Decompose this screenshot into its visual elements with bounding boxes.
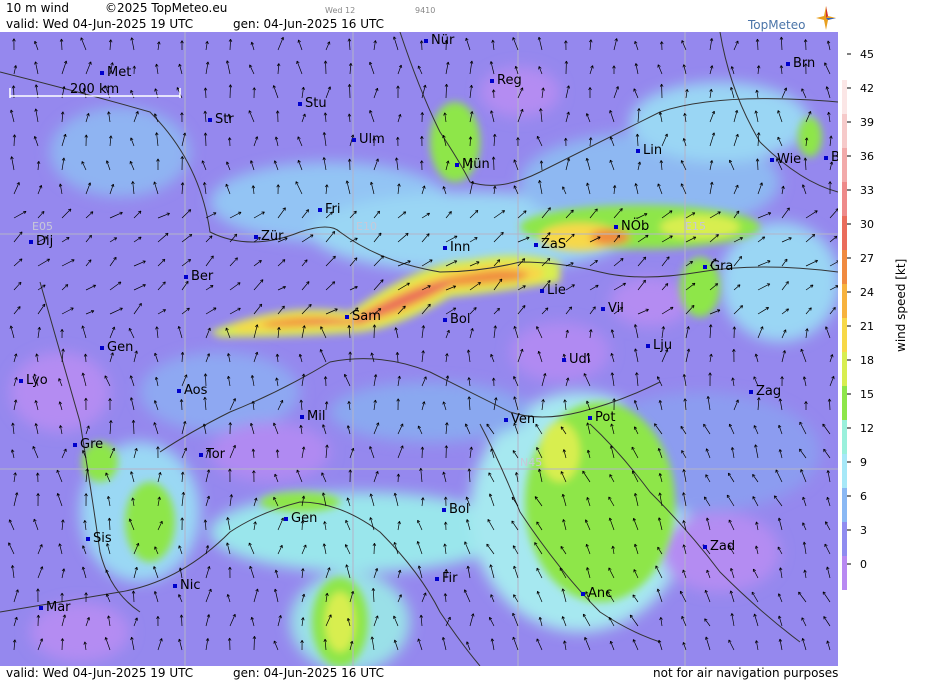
valid-time: valid: Wed 04-Jun-2025 19 UTC	[6, 17, 194, 31]
gen-time: gen: 04-Jun-2025 16 UTC	[233, 17, 385, 31]
city-label[interactable]: Gen	[284, 512, 317, 526]
legend-tick-label: 3	[860, 524, 867, 537]
map-header: 10 m wind ©2025 TopMeteo.eu valid: Wed 0…	[0, 0, 838, 32]
legend-tick-label: 12	[860, 422, 874, 435]
city-label[interactable]: Sis	[86, 532, 112, 546]
city-label[interactable]: Zad	[703, 540, 735, 554]
grid-label-e10: E10	[356, 220, 377, 233]
grid-label-n45: N45	[520, 456, 543, 469]
city-label[interactable]: Udi	[562, 353, 590, 367]
city-label[interactable]: Gen	[100, 341, 133, 355]
city-label[interactable]: Sam	[345, 310, 381, 324]
city-label[interactable]: ZaS	[534, 238, 566, 252]
legend-tick-label: 36	[860, 150, 874, 163]
legend-tick-label: 39	[860, 116, 874, 129]
city-label[interactable]: Mün	[455, 158, 490, 172]
grid-label-e15: E15	[685, 220, 706, 233]
wind-speed-legend: 45 42 39 36 33 30 27 24 21 18 15 12 9 6 3 0 wind speed …	[838, 32, 930, 666]
legend-color-swatch	[842, 522, 847, 556]
city-label[interactable]: NÖb	[614, 220, 649, 234]
city-label[interactable]: Anc	[581, 587, 612, 601]
city-label[interactable]: Ulm	[352, 133, 385, 147]
legend-color-swatch	[842, 284, 847, 318]
legend-tick-label: 0	[860, 558, 867, 571]
city-label[interactable]: Brn	[786, 57, 815, 71]
legend-tick-label: 42	[860, 82, 874, 95]
city-label[interactable]: Vil	[601, 302, 624, 316]
grid-label-e05: E05	[32, 220, 53, 233]
city-label[interactable]: Ber	[184, 270, 213, 284]
logo-text: TopMeteo	[748, 18, 806, 32]
run-label: Wed 12	[325, 6, 356, 15]
city-label[interactable]: Lie	[540, 284, 566, 298]
city-label[interactable]: Gre	[73, 438, 103, 452]
copyright: ©2025 TopMeteo.eu	[105, 1, 228, 15]
scale-bar-label: 200 km	[70, 82, 120, 97]
scale-bar: 200 km	[8, 82, 182, 100]
legend-title: wind speed [kt]	[894, 258, 908, 352]
city-label[interactable]: Str	[208, 113, 234, 127]
run-code: 9410	[415, 6, 436, 15]
city-label[interactable]: Zag	[749, 385, 781, 399]
city-label[interactable]: Stu	[298, 97, 327, 111]
compass-star-icon	[816, 6, 836, 30]
city-label[interactable]: Pot	[588, 411, 615, 425]
city-label[interactable]: Aos	[177, 384, 207, 398]
legend-tick-label: 24	[860, 286, 874, 299]
footer-gen-time: gen: 04-Jun-2025 16 UTC	[233, 666, 385, 680]
legend-color-swatch	[842, 386, 847, 420]
legend-color-swatch	[842, 556, 847, 590]
legend-tick-label: 45	[860, 48, 874, 61]
legend-color-swatch	[842, 216, 847, 250]
city-label[interactable]: Lin	[636, 144, 662, 158]
city-label[interactable]: Fri	[318, 203, 341, 217]
topmeteo-logo: TopMeteo	[748, 6, 836, 32]
legend-color-swatch	[842, 182, 847, 216]
legend-color-swatch	[842, 420, 847, 454]
city-label[interactable]: Zür	[254, 230, 284, 244]
city-label[interactable]: Ven	[504, 413, 535, 427]
city-label[interactable]: Inn	[443, 241, 470, 255]
city-label[interactable]: Met	[100, 66, 131, 80]
city-label[interactable]: Wie	[770, 153, 801, 167]
legend-tick-label: 27	[860, 252, 874, 265]
map-footer: valid: Wed 04-Jun-2025 19 UTC gen: 04-Ju…	[0, 666, 930, 681]
city-label[interactable]: Nic	[173, 579, 200, 593]
legend-tick-label: 9	[860, 456, 867, 469]
legend-color-swatch	[842, 80, 847, 114]
legend-colorbar: 4542393633302724211815129630	[842, 46, 874, 590]
city-label[interactable]: Reg	[490, 74, 522, 88]
legend-color-swatch	[842, 148, 847, 182]
footer-valid-time: valid: Wed 04-Jun-2025 19 UTC	[6, 666, 194, 680]
legend-tick-label: 33	[860, 184, 874, 197]
city-label[interactable]: Lju	[646, 339, 672, 353]
legend-tick-label: 18	[860, 354, 874, 367]
city-label[interactable]: Dij	[29, 235, 53, 249]
city-label[interactable]: Gra	[703, 260, 733, 274]
city-label[interactable]: Bol	[442, 503, 469, 517]
legend-color-swatch	[842, 454, 847, 488]
legend-tick-label: 21	[860, 320, 874, 333]
wind-map[interactable]: E05 E10 E15 N45 200 km Nür Reg Brn Met S…	[0, 32, 838, 666]
legend-color-swatch	[842, 114, 847, 148]
legend-tick-label: 6	[860, 490, 867, 503]
city-label[interactable]: Mil	[300, 410, 325, 424]
legend-color-swatch	[842, 46, 847, 80]
legend-color-swatch	[842, 250, 847, 284]
field-title: 10 m wind	[6, 1, 69, 15]
city-label[interactable]: Bol	[443, 313, 470, 327]
city-label[interactable]: Mar	[39, 601, 71, 615]
legend-tick-label: 15	[860, 388, 874, 401]
legend-color-swatch	[842, 488, 847, 522]
city-label[interactable]: Tor	[199, 448, 225, 462]
legend-tick-label: 30	[860, 218, 874, 231]
footer-note: not for air navigation purposes	[653, 666, 839, 680]
city-label[interactable]: B	[824, 151, 838, 165]
city-label[interactable]: Lyo	[19, 374, 48, 388]
legend-color-swatch	[842, 318, 847, 352]
city-label[interactable]: Nür	[424, 34, 454, 48]
city-label[interactable]: Fir	[435, 572, 458, 586]
legend-color-swatch	[842, 352, 847, 386]
